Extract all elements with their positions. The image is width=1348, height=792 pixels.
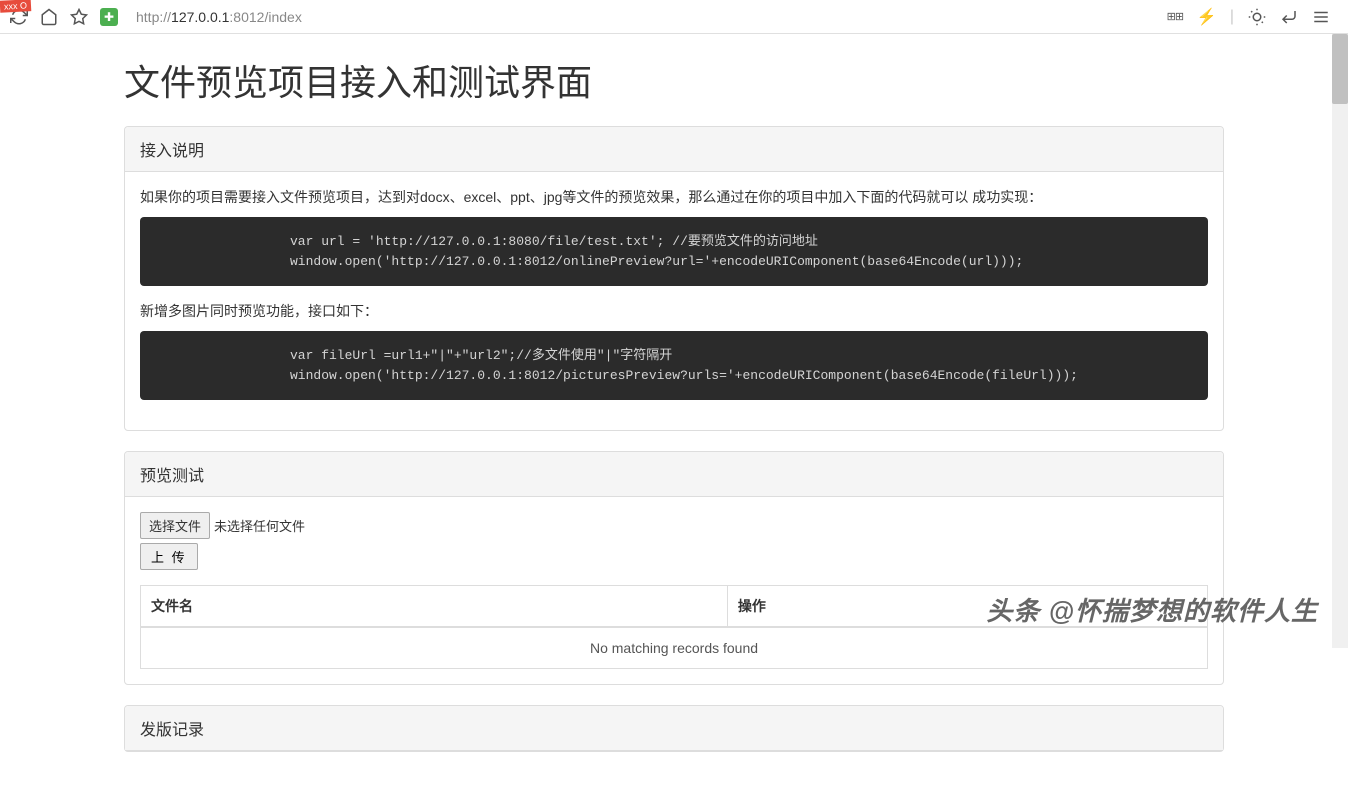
watermark: 头条 @怀揣梦想的软件人生	[986, 591, 1318, 628]
menu-icon[interactable]	[1312, 8, 1330, 26]
panel-access: 接入说明 如果你的项目需要接入文件预览项目，达到对docx、excel、ppt、…	[124, 126, 1224, 431]
address-bar[interactable]: http://127.0.0.1:8012/index	[130, 9, 1154, 25]
page-title: 文件预览项目接入和测试界面	[124, 54, 1224, 106]
panel-preview: 预览测试 选择文件未选择任何文件 上 传 文件名 操作 No matching …	[124, 451, 1224, 685]
browser-toolbar: ✚ http://127.0.0.1:8012/index ⊞⊞ ⚡ |	[0, 0, 1348, 34]
divider: |	[1230, 8, 1234, 26]
qr-icon[interactable]: ⊞⊞	[1166, 8, 1184, 26]
url-path: :8012/index	[229, 9, 301, 25]
debug-tag: xxx O	[0, 0, 31, 13]
upload-button[interactable]: 上 传	[140, 543, 198, 570]
choose-file-button[interactable]: 选择文件	[140, 512, 210, 539]
desc-text-2: 新增多图片同时预览功能，接口如下：	[140, 301, 1208, 321]
shield-icon[interactable]: ✚	[100, 8, 118, 26]
scrollbar[interactable]	[1332, 34, 1348, 648]
panel-release: 发版记录	[124, 705, 1224, 752]
lightning-icon[interactable]: ⚡	[1198, 8, 1216, 26]
desc-text-1: 如果你的项目需要接入文件预览项目，达到对docx、excel、ppt、jpg等文…	[140, 187, 1208, 207]
panel-heading-preview: 预览测试	[125, 452, 1223, 497]
file-status: 未选择任何文件	[214, 519, 305, 534]
star-icon[interactable]	[70, 8, 88, 26]
url-host: 127.0.0.1	[171, 9, 229, 25]
code-block-1: var url = 'http://127.0.0.1:8080/file/te…	[140, 217, 1208, 286]
url-prefix: http://	[136, 9, 171, 25]
panel-heading-access: 接入说明	[125, 127, 1223, 172]
home-icon[interactable]	[40, 8, 58, 26]
panel-heading-release: 发版记录	[125, 706, 1223, 751]
undo-icon[interactable]	[1280, 8, 1298, 26]
table-header-filename: 文件名	[141, 586, 728, 628]
sun-icon[interactable]	[1248, 8, 1266, 26]
code-block-2: var fileUrl =url1+"|"+"url2";//多文件使用"|"字…	[140, 331, 1208, 400]
scrollbar-thumb[interactable]	[1332, 34, 1348, 104]
